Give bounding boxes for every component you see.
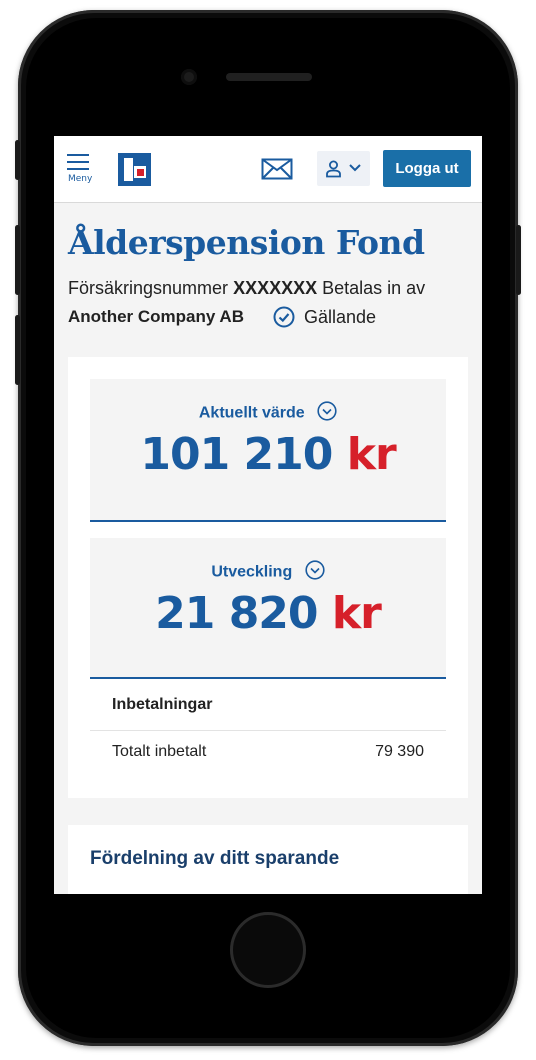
current-value-amount: 101 210 kr (90, 429, 446, 480)
development-amount: 21 820 kr (90, 588, 446, 639)
insurance-number-value: XXXXXXX (233, 278, 318, 298)
development-box[interactable]: Utveckling 21 820 kr (90, 538, 446, 679)
menu-icon-line (67, 168, 89, 170)
total-paid-label: Totalt inbetalt (112, 743, 207, 760)
page-title: Ålderspension Fond (68, 223, 425, 262)
paid-by-label: Betalas in av (322, 278, 426, 298)
payments-heading: Inbetalningar (112, 696, 213, 713)
currency-unit: kr (331, 588, 382, 639)
divider (90, 730, 446, 731)
home-button[interactable] (230, 912, 306, 988)
development-header[interactable]: Utveckling (90, 560, 446, 585)
top-navigation-bar: Meny Logga ut (54, 136, 482, 203)
current-value-box[interactable]: Aktuellt värde 101 210 kr (90, 379, 446, 522)
distribution-card: Fördelning av ditt sparande (68, 825, 468, 894)
menu-icon-line (67, 161, 89, 163)
menu-button[interactable] (67, 154, 93, 175)
chevron-down-icon (349, 164, 361, 172)
insurance-info: Försäkringsnummer XXXXXXX Betalas in av (68, 278, 425, 299)
user-icon (326, 160, 341, 178)
mute-switch (15, 140, 20, 180)
mail-button[interactable] (261, 158, 293, 184)
total-paid-value: 79 390 (375, 743, 424, 760)
current-value-label: Aktuellt värde (198, 404, 305, 422)
chevron-circle-down-icon[interactable] (317, 401, 337, 426)
company-name: Another Company AB (68, 307, 244, 327)
current-value-number: 101 210 (140, 429, 333, 480)
logo-icon[interactable] (118, 153, 151, 186)
currency-unit: kr (346, 429, 397, 480)
logo-shape (124, 158, 133, 181)
current-value-header[interactable]: Aktuellt värde (90, 401, 446, 426)
development-label: Utveckling (211, 563, 293, 581)
company-name-text: Another Company AB (68, 307, 244, 326)
app-screen: Meny Logga ut Ålderspension Fond Försäkr… (54, 136, 482, 894)
distribution-heading: Fördelning av ditt sparande (90, 848, 340, 869)
earpiece-speaker (226, 73, 312, 81)
menu-label: Meny (68, 174, 93, 184)
check-circle-icon (273, 306, 295, 328)
front-camera (181, 69, 197, 85)
insurance-number-label: Försäkringsnummer (68, 278, 229, 298)
summary-card: Aktuellt värde 101 210 kr Utveckling 21 … (68, 357, 468, 798)
logo-red-square (137, 169, 144, 176)
chevron-circle-down-icon[interactable] (305, 560, 325, 585)
logout-button[interactable]: Logga ut (383, 150, 471, 187)
volume-down-button (15, 315, 20, 385)
status-badge: Gällande (304, 307, 377, 327)
user-menu-button[interactable] (317, 151, 370, 186)
mail-icon (261, 158, 293, 180)
volume-up-button (15, 225, 20, 295)
power-button (516, 225, 521, 295)
development-number: 21 820 (155, 588, 318, 639)
menu-icon (67, 154, 89, 156)
